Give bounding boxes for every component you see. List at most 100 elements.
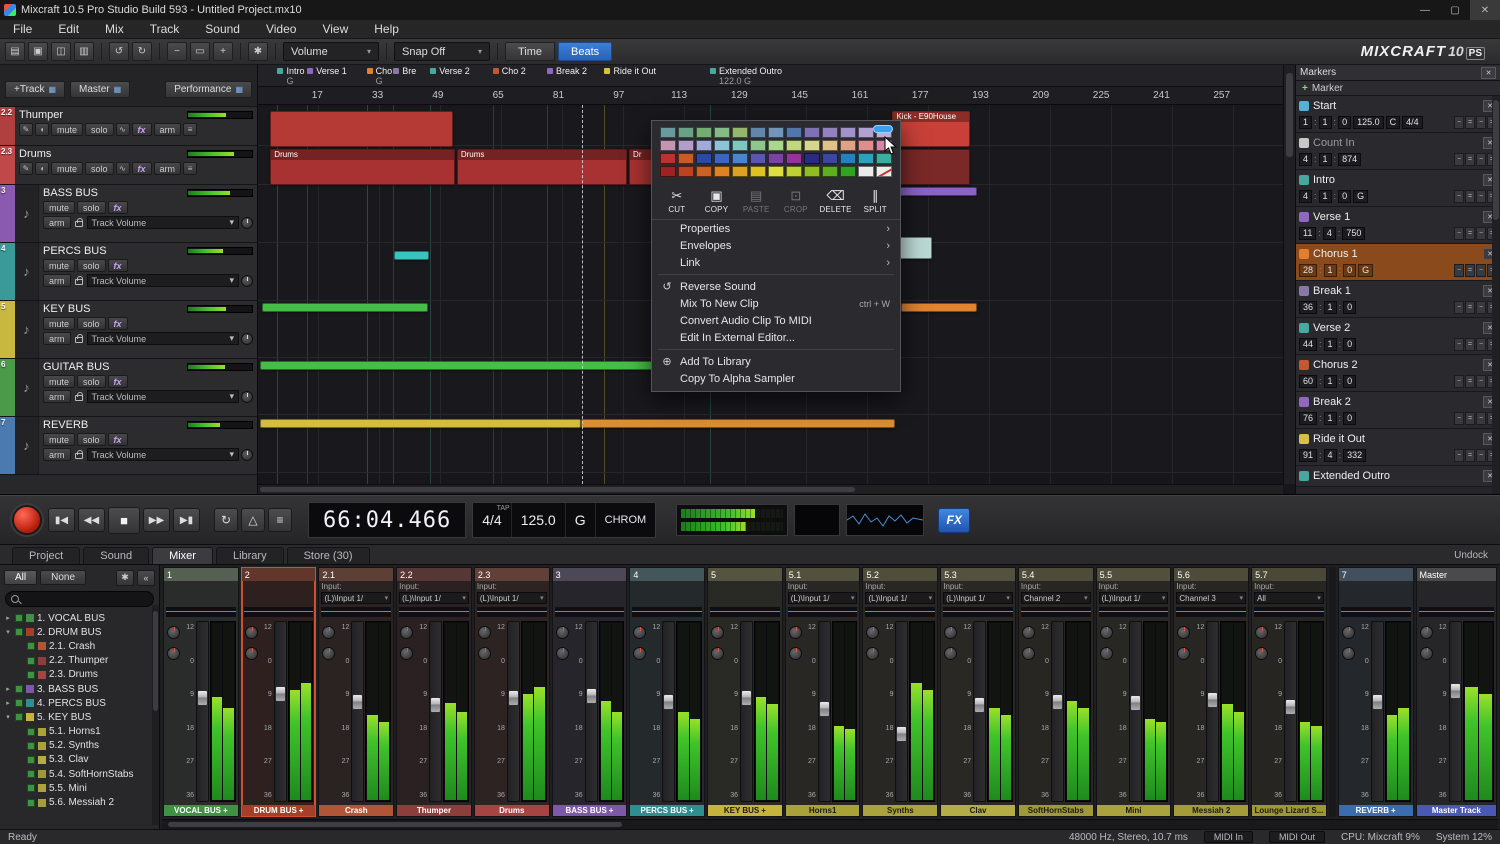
track-tree-item-2-1-crash[interactable]: 2.1. Crash [4, 639, 155, 653]
menu-item-edit-in-external-editor[interactable]: Edit In External Editor... [652, 329, 900, 346]
strip-name-label[interactable]: Drums [475, 805, 549, 816]
track-pan-knob[interactable] [241, 391, 253, 403]
visible-check-icon[interactable] [27, 728, 35, 736]
audio-clip[interactable] [270, 111, 452, 147]
marker-position-field[interactable]: 1 [1324, 338, 1337, 351]
input-select[interactable]: Channel 3▾ [1176, 592, 1246, 604]
marker-position-field[interactable]: 1 [1319, 116, 1332, 129]
mixer-strip-3[interactable]: 31209182736BASS BUS+ [552, 567, 628, 817]
marker-position-field[interactable]: 28 [1299, 264, 1317, 277]
color-swatch[interactable] [786, 140, 802, 151]
key-field[interactable]: G [565, 503, 595, 537]
playhead[interactable] [582, 105, 583, 484]
stop-button[interactable]: ■ [108, 507, 140, 534]
fader-handle[interactable] [663, 694, 674, 710]
color-swatch[interactable] [660, 153, 676, 164]
timeline-ruler[interactable]: 1733496581971131291451611771932092252412… [258, 87, 1283, 105]
color-swatch[interactable] [732, 153, 748, 164]
tree-scrollbar[interactable] [152, 605, 159, 825]
color-swatch[interactable] [768, 127, 784, 138]
strip-name-label[interactable]: Mini [1097, 805, 1171, 816]
color-swatch[interactable] [750, 153, 766, 164]
marker-position-field[interactable]: 1 [1324, 301, 1337, 314]
undo-icon[interactable]: ↺ [109, 42, 129, 61]
marker-nudge-button[interactable]: = [1465, 301, 1475, 314]
send-knob[interactable] [633, 647, 646, 660]
marker-nudge-button[interactable]: − [1454, 227, 1464, 240]
marker-entry-chorus-1[interactable]: Chorus 1✕28:1:0G−=−= [1296, 244, 1500, 281]
input-select[interactable]: (L)\Input 1/▾ [321, 592, 391, 604]
marker-entry-extended-outro[interactable]: Extended Outro✕ [1296, 466, 1500, 487]
midi-out-indicator[interactable]: MIDI Out [1269, 831, 1325, 843]
menu-mix[interactable]: Mix [92, 22, 137, 36]
marker-position-field[interactable]: 1 [1319, 153, 1332, 166]
expander-icon[interactable]: ▸ [4, 699, 12, 707]
marker-position-field[interactable]: 1 [1324, 412, 1337, 425]
menu-item-properties[interactable]: Properties› [652, 220, 900, 237]
pan-knob[interactable] [245, 626, 258, 639]
visible-check-icon[interactable] [27, 799, 35, 807]
audio-clip[interactable] [262, 303, 428, 312]
arm-button[interactable]: arm [43, 274, 71, 287]
send-knob[interactable] [1177, 647, 1190, 660]
timeline-marker-extended-outro[interactable]: Extended Outro122.0 G [710, 66, 782, 86]
send-knob[interactable] [1100, 647, 1113, 660]
visible-check-icon[interactable] [15, 713, 23, 721]
audio-clip[interactable] [260, 419, 581, 428]
expander-icon[interactable]: ▸ [4, 614, 12, 622]
mixer-strip-2[interactable]: 21209182736DRUM BUS+ [241, 567, 317, 817]
marker-position-field[interactable]: 91 [1299, 449, 1317, 462]
filter-none-button[interactable]: None [40, 570, 86, 585]
maximize-button[interactable]: ▢ [1440, 0, 1470, 20]
track-tree-item-5-5-mini[interactable]: 5.5. Mini [4, 781, 155, 795]
track-tree-item-5-key-bus[interactable]: ▾5. KEY BUS [4, 710, 155, 724]
pan-knob[interactable] [789, 626, 802, 639]
tempo-field[interactable]: 125.0 [511, 503, 565, 537]
mixer-strip-7[interactable]: 71209182736REVERB+ [1338, 567, 1414, 817]
master-track-button[interactable]: Master▦ [70, 81, 130, 98]
color-swatch[interactable] [678, 140, 694, 151]
mixer-strip-5-6[interactable]: 5.6Input:Channel 3▾1209182736Messiah 2 [1173, 567, 1249, 817]
selected-color-chip[interactable] [873, 125, 893, 133]
color-swatch[interactable] [822, 153, 838, 164]
timeline-marker-strip[interactable]: IntroGVerse 1ChoGBreVerse 2Cho 2Break 2R… [258, 65, 1283, 87]
input-select[interactable]: Channel 2▾ [1021, 592, 1091, 604]
marker-tempo-field[interactable]: 125.0 [1353, 116, 1384, 129]
audio-clip[interactable]: Kick - E90House [892, 111, 970, 147]
volume-fader[interactable] [274, 621, 287, 802]
fx-button[interactable]: fx [108, 259, 128, 272]
add-track-button[interactable]: +Track▦ [5, 81, 65, 98]
color-swatch[interactable] [876, 153, 892, 164]
menu-item-mix-to-new-clip[interactable]: Mix To New Clipctrl + W [652, 295, 900, 312]
color-swatch[interactable] [786, 166, 802, 177]
expander-icon[interactable]: ▸ [4, 685, 12, 693]
arm-button[interactable]: arm [43, 390, 71, 403]
tab-mixer[interactable]: Mixer [152, 547, 213, 564]
marker-key-field[interactable]: C [1386, 116, 1401, 129]
pan-knob[interactable] [1255, 626, 1268, 639]
audio-clip[interactable] [892, 187, 976, 196]
marker-position-field[interactable]: 750 [1342, 227, 1365, 240]
mix-down-icon[interactable]: ▥ [74, 42, 94, 61]
color-swatch[interactable] [678, 127, 694, 138]
mixer-search-box[interactable] [5, 591, 154, 607]
volume-fader[interactable] [507, 621, 520, 802]
mute-button[interactable]: mute [51, 123, 83, 136]
strip-name-label[interactable]: VOCAL BUS+ [164, 805, 238, 816]
track-tree-item-5-1-horns1[interactable]: 5.1. Horns1 [4, 725, 155, 739]
fader-handle[interactable] [819, 701, 830, 717]
track-tree-item-1-vocal-bus[interactable]: ▸1. VOCAL BUS [4, 611, 155, 625]
color-swatch[interactable] [660, 166, 676, 177]
volume-fader[interactable] [351, 621, 364, 802]
solo-button[interactable]: solo [77, 317, 106, 330]
menu-item-convert-audio-clip-to-midi[interactable]: Convert Audio Clip To MIDI [652, 312, 900, 329]
track-tree-item-5-6-messiah-2[interactable]: 5.6. Messiah 2 [4, 795, 155, 809]
monitor-speaker-icon[interactable]: ◖ [35, 162, 49, 175]
strip-name-label[interactable]: Synths [863, 805, 937, 816]
send-knob[interactable] [556, 647, 569, 660]
settings-icon[interactable]: ✱ [248, 42, 268, 61]
track-volume-select[interactable]: Track Volume▾ [87, 390, 240, 403]
track-volume-select[interactable]: Track Volume▾ [87, 274, 240, 287]
send-knob[interactable] [1342, 647, 1355, 660]
marker-position-field[interactable]: 4 [1299, 153, 1312, 166]
